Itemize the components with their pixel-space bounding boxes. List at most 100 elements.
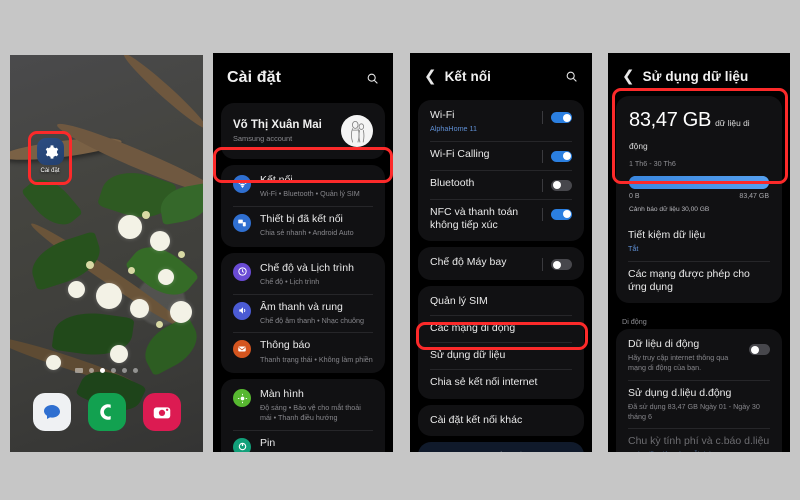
phone-panel-home: Cài đặt	[10, 55, 203, 452]
battery-icon	[233, 437, 251, 452]
toggle-divider	[542, 111, 543, 124]
bud-decor	[156, 321, 163, 328]
display-icon	[233, 389, 251, 408]
phone-panel-settings: Cài đặt Võ Thị Xuân Mai Samsung account	[213, 53, 393, 452]
flower-decor	[110, 345, 128, 363]
bud-decor	[86, 261, 94, 269]
list-item-bluetooth[interactable]: Bluetooth	[418, 169, 584, 199]
page-dot-active	[100, 368, 105, 373]
bud-decor	[178, 251, 185, 258]
list-item-cac-mang-duoc-phep[interactable]: Các mạng được phép cho ứng dụng	[616, 260, 782, 301]
item-title: Dữ liệu di động	[628, 338, 700, 351]
list-item-cai-dat-ket-noi-khac[interactable]: Cài đặt kết nối khác	[418, 407, 584, 434]
item-subtitle: Đã sử dụng 83,47 GB Ngày 01 - Ngày 30 th…	[628, 401, 760, 421]
airplane-mode-toggle[interactable]	[551, 259, 572, 271]
messages-app-icon[interactable]	[32, 393, 71, 431]
settings-group-modes: Chế độ và Lịch trình Chế độ • Lịch trình…	[221, 252, 385, 374]
divider	[430, 315, 572, 317]
divider	[628, 260, 770, 262]
item-title: Các mạng di động	[430, 322, 516, 335]
avatar-illustration-icon	[351, 120, 365, 143]
flower-decor	[96, 283, 122, 309]
modes-icon	[233, 262, 251, 281]
sidebar-item-pin[interactable]: Pin Tiết kiệm pin • Sạc	[221, 429, 385, 452]
item-title: NFC và thanh toán không tiếp xúc	[430, 205, 519, 231]
item-subtitle: Thanh trạng thái • Không làm phiền	[260, 354, 373, 364]
looking-for-something-banner[interactable]: Bạn đang tìm kiếm điều gì khác?	[418, 441, 584, 452]
list-item-wifi[interactable]: Wi-Fi AlphaHome 11	[418, 102, 584, 141]
flower-decor	[130, 299, 149, 318]
data-usage-amount-wrap: 83,47 GB dữ liệu di động	[629, 109, 769, 155]
banner-text: Bạn đang tìm kiếm điều gì khác?	[430, 451, 572, 452]
connections-group-network: Quản lý SIM Các mạng di động Sử dụng dữ …	[418, 286, 584, 399]
flower-decor	[150, 231, 170, 251]
connections-group-radios: Wi-Fi AlphaHome 11 Wi-Fi Calling Bluetoo…	[418, 100, 584, 242]
list-item-cac-mang-di-dong[interactable]: Các mạng di động	[418, 315, 584, 342]
samsung-account-card[interactable]: Võ Thị Xuân Mai Samsung account	[221, 103, 385, 159]
bud-decor	[128, 267, 135, 274]
sidebar-item-thong-bao[interactable]: Thông báo Thanh trạng thái • Không làm p…	[221, 332, 385, 371]
settings-app-label: Cài đặt	[40, 168, 60, 174]
item-subtitle: Hãy truy cập internet thông qua mạng di …	[628, 353, 729, 372]
wifi-toggle[interactable]	[551, 112, 572, 123]
item-title: Chế độ và Lịch trình	[260, 261, 354, 274]
bluetooth-toggle[interactable]	[551, 179, 572, 191]
phone-panel-connections: ❮ Kết nối Wi-Fi AlphaHome 11 Wi-Fi Calli…	[410, 53, 592, 452]
home-dock	[10, 393, 203, 431]
sidebar-item-man-hinh[interactable]: Màn hình Độ sáng • Bảo vệ cho mắt thoải …	[221, 381, 385, 430]
mobile-data-toggle[interactable]	[749, 344, 770, 356]
settings-group-display: Màn hình Độ sáng • Bảo vệ cho mắt thoải …	[221, 379, 385, 452]
list-item-chia-se-ket-noi-internet[interactable]: Chia sẻ kết nối internet	[418, 369, 584, 396]
back-chevron-icon[interactable]: ❮	[622, 69, 635, 84]
sound-icon	[233, 301, 251, 320]
list-item-su-dung-du-lieu[interactable]: Sử dụng dữ liệu	[418, 342, 584, 369]
item-title: Thông báo	[260, 339, 311, 352]
page-dot	[89, 368, 94, 373]
list-item-airplane-mode[interactable]: Chế độ Máy bay	[418, 249, 584, 278]
item-subtitle: Chế độ âm thanh • Nhạc chuông	[260, 315, 365, 325]
connections-group-other: Cài đặt kết nối khác	[418, 404, 584, 436]
account-row[interactable]: Võ Thị Xuân Mai Samsung account	[221, 105, 385, 157]
list-item-nfc[interactable]: NFC và thanh toán không tiếp xúc	[418, 198, 584, 239]
flower-decor	[118, 215, 142, 239]
divider	[628, 379, 770, 381]
list-item-quan-ly-sim[interactable]: Quản lý SIM	[418, 288, 584, 315]
divider	[233, 332, 373, 334]
data-usage-summary: 83,47 GB dữ liệu di động 1 Th6 - 30 Th6 0…	[616, 98, 782, 222]
back-chevron-icon[interactable]: ❮	[424, 69, 437, 84]
connections-header: ❮ Kết nối	[410, 53, 592, 94]
sidebar-item-thiet-bi-da-ket-noi[interactable]: Thiết bị đã kết nối Chia sẻ nhanh • Andr…	[221, 205, 385, 245]
divider	[233, 429, 373, 431]
avatar[interactable]	[341, 115, 373, 147]
page-dot	[122, 368, 127, 373]
list-item-wifi-calling[interactable]: Wi-Fi Calling	[418, 140, 584, 170]
sidebar-item-am-thanh-va-rung[interactable]: Âm thanh và rung Chế độ âm thanh • Nhạc …	[221, 293, 385, 333]
toggle-divider	[542, 258, 543, 272]
sidebar-item-che-do-va-lich-trinh[interactable]: Chế độ và Lịch trình Chế độ • Lịch trình	[221, 255, 385, 294]
item-title: Tiết kiệm dữ liệu	[628, 229, 706, 241]
page-dot	[75, 368, 83, 373]
search-icon[interactable]	[366, 72, 379, 85]
notification-icon	[233, 340, 251, 359]
search-icon[interactable]	[565, 70, 578, 83]
mobile-data-group: Dữ liệu di động Hãy truy cập internet th…	[616, 329, 782, 452]
toggle-divider	[542, 149, 543, 163]
phone-app-icon[interactable]	[87, 393, 126, 431]
wifi-calling-toggle[interactable]	[551, 150, 572, 162]
home-page-indicator[interactable]	[10, 368, 203, 373]
page-dot	[111, 368, 116, 373]
divider	[430, 140, 572, 142]
item-subtitle: Tắt	[628, 244, 639, 254]
list-item-su-dung-dlieu-ddong[interactable]: Sử dụng d.liệu d.động Đã sử dụng 83,47 G…	[616, 379, 782, 429]
camera-app-icon[interactable]	[142, 393, 181, 431]
item-subtitle: Ngày đầu tiên của mỗi tháng	[628, 450, 770, 452]
data-usage-header: ❮ Sử dụng dữ liệu	[608, 53, 790, 94]
sidebar-item-ket-noi[interactable]: Kết nối Wi-Fi • Bluetooth • Quản lý SIM	[221, 167, 385, 206]
list-item-chu-ky-tinh-phi[interactable]: Chu kỳ tính phí và c.báo d.liệu Ngày đầu…	[616, 428, 782, 452]
list-item-tiet-kiem-du-lieu[interactable]: Tiết kiệm dữ liệu Tắt	[616, 222, 782, 261]
nfc-toggle[interactable]	[551, 208, 572, 220]
account-subtitle: Samsung account	[233, 134, 293, 143]
list-item-du-lieu-di-dong[interactable]: Dữ liệu di động Hãy truy cập internet th…	[616, 331, 782, 380]
item-title: Màn hình	[260, 388, 304, 401]
settings-app-icon[interactable]	[37, 138, 64, 165]
